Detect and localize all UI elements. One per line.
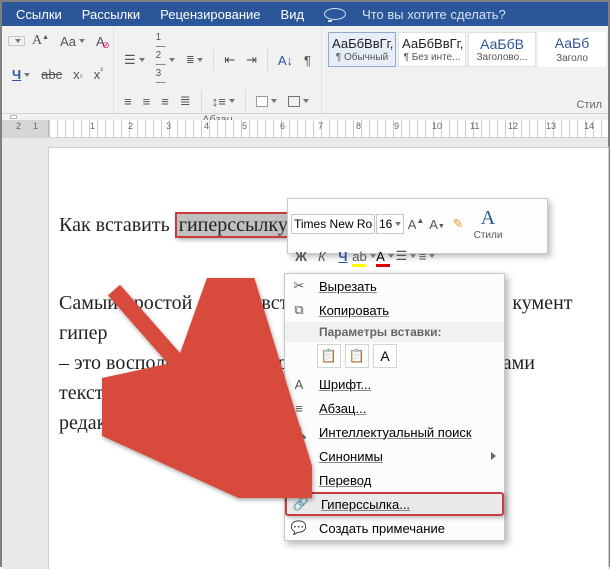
ctx-synonyms[interactable]: Синонимы (285, 444, 504, 468)
ribbon-group-font: A▲ Aa A⊘ Ч abc x₂ x² (2, 26, 114, 113)
mini-toolbar: A▲ A▼ ✎ AСтили Ж К Ч ab A ☰ ≡ (287, 198, 548, 254)
style-normal[interactable]: АаБбВвГг,¶ Обычный (328, 32, 396, 67)
tab-review[interactable]: Рецензирование (150, 7, 270, 22)
mini-styles-button[interactable]: AСтили (469, 202, 507, 246)
borders-button[interactable] (284, 93, 313, 110)
align-center-button[interactable]: ≡ (139, 91, 155, 112)
paste-merge-icon[interactable]: 📋 (345, 344, 369, 368)
ctx-new-comment[interactable]: 💬Создать примечание (285, 516, 504, 540)
font-icon: A (285, 377, 313, 392)
superscript-button[interactable]: x² (90, 64, 107, 85)
ctx-cut[interactable]: ✂Вырезать (285, 274, 504, 298)
cut-icon: ✂ (285, 278, 313, 294)
mini-bold-button[interactable]: Ж (291, 246, 311, 266)
lightbulb-icon (324, 8, 346, 20)
mini-grow-font-button[interactable]: A▲ (406, 214, 426, 234)
ctx-translate[interactable]: ⇄Перевод (285, 468, 504, 492)
mini-bullets-button[interactable]: ☰ (396, 246, 416, 266)
tell-me[interactable]: Что вы хотите сделать? (314, 7, 526, 22)
pilcrow-button[interactable]: ¶ (300, 50, 315, 71)
style-nospacing[interactable]: АаБбВвГг,¶ Без инте... (398, 32, 466, 67)
smart-lookup-icon: 🔍 (285, 424, 313, 440)
numbering-button[interactable]: 1—2—3— (152, 30, 179, 90)
text-before-selection: Как вставить (59, 214, 175, 236)
menubar: Ссылки Рассылки Рецензирование Вид Что в… (2, 2, 608, 26)
strike-button[interactable]: abc (37, 64, 66, 85)
ctx-paste-options-row: 📋 📋 A (285, 342, 504, 372)
mini-italic-button[interactable]: К (312, 246, 332, 266)
multilevel-button[interactable]: ≣ (182, 52, 207, 69)
align-right-button[interactable]: ≡ (157, 91, 173, 112)
mini-numbering-button[interactable]: ≡ (417, 246, 437, 266)
translate-icon: ⇄ (285, 472, 313, 488)
ribbon: A▲ Aa A⊘ Ч abc x₂ x² ☰ 1—2—3— ≣ ⇤ ⇥ A↓ ¶… (2, 26, 608, 114)
copy-icon: ⧉ (285, 302, 313, 318)
paste-text-only-icon[interactable]: A (373, 344, 397, 368)
mini-shrink-font-button[interactable]: A▼ (427, 214, 447, 234)
ctx-smart-lookup[interactable]: 🔍Интеллектуальный поиск (285, 420, 504, 444)
mini-highlight-button[interactable]: ab (354, 246, 374, 266)
hyperlink-icon: 🔗 (287, 496, 315, 512)
selected-text[interactable]: гиперссылку (175, 212, 292, 238)
grow-font-button[interactable]: A▲ (28, 30, 53, 52)
mini-underline-button[interactable]: Ч (333, 246, 353, 266)
change-case-button[interactable]: Aa (56, 31, 89, 52)
tab-mailings[interactable]: Рассылки (72, 7, 150, 22)
tab-references[interactable]: Ссылки (6, 7, 72, 22)
paste-keep-source-icon[interactable]: 📋 (317, 344, 341, 368)
justify-button[interactable]: ≣ (176, 90, 195, 112)
style-heading2[interactable]: АаБбЗаголо (538, 32, 606, 67)
ctx-copy[interactable]: ⧉Копировать (285, 298, 504, 322)
line-spacing-button[interactable]: ↕≡ (208, 91, 239, 112)
ctx-paste-options-header: Параметры вставки: (285, 322, 504, 342)
ribbon-group-paragraph: ☰ 1—2—3— ≣ ⇤ ⇥ A↓ ¶ ≡ ≡ ≡ ≣ ↕≡ Абзац (114, 26, 322, 113)
paragraph-icon: ≡ (285, 401, 313, 416)
tab-selector[interactable] (10, 115, 17, 119)
mini-font-combo[interactable] (291, 214, 375, 234)
increase-indent-button[interactable]: ⇥ (242, 49, 261, 71)
underline-button[interactable]: Ч (8, 64, 34, 85)
font-size-split-button[interactable] (8, 36, 25, 46)
clear-format-button[interactable]: A⊘ (92, 31, 109, 52)
ctx-hyperlink[interactable]: 🔗Гиперссылка... (285, 492, 504, 516)
shading-button[interactable] (252, 93, 281, 110)
align-left-button[interactable]: ≡ (120, 91, 136, 112)
comment-icon: 💬 (285, 520, 313, 536)
mini-font-color-button[interactable]: A (375, 246, 395, 266)
ctx-paragraph[interactable]: ≡Абзац... (285, 396, 504, 420)
ribbon-group-styles: АаБбВвГг,¶ Обычный АаБбВвГг,¶ Без инте..… (322, 26, 610, 113)
sub-super-button[interactable]: x₂ (69, 64, 87, 85)
decrease-indent-button[interactable]: ⇤ (220, 49, 239, 71)
font-group-label (8, 97, 107, 111)
style-heading1[interactable]: АаБбВЗаголово... (468, 32, 536, 67)
ctx-font[interactable]: AШрифт... (285, 372, 504, 396)
tab-view[interactable]: Вид (271, 7, 315, 22)
bullets-button[interactable]: ☰ (120, 49, 149, 71)
styles-group-label: Стил (328, 97, 608, 111)
sort-button[interactable]: A↓ (274, 50, 297, 71)
horizontal-ruler[interactable]: 2 1 1 2 3 4 5 6 7 8 9 10 11 12 13 14 (2, 120, 608, 138)
context-menu: ✂Вырезать ⧉Копировать Параметры вставки:… (284, 273, 505, 541)
mini-format-painter-button[interactable]: ✎ (448, 214, 468, 234)
